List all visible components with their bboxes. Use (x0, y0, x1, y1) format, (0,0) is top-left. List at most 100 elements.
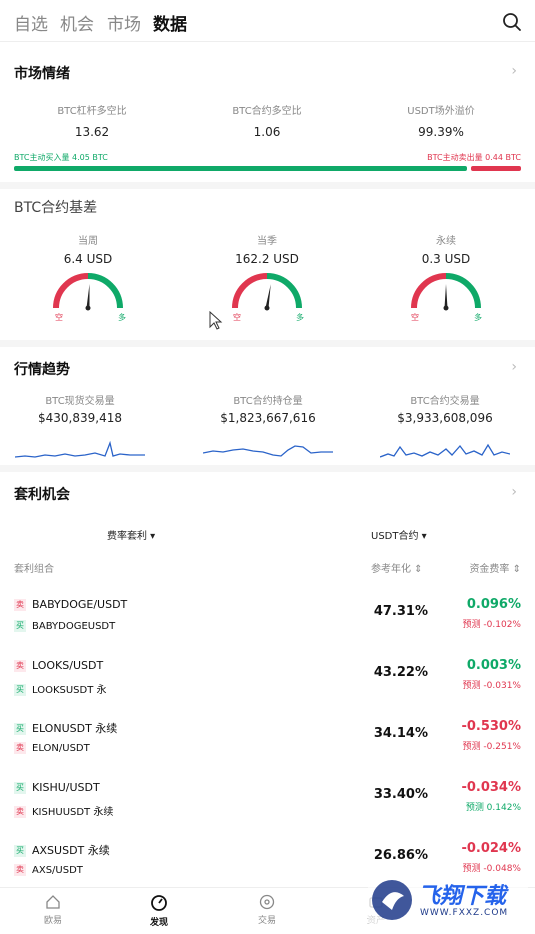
nav-label: 发现 (149, 918, 168, 928)
gauge-dial (232, 273, 302, 311)
annual-yield: 34.14% (373, 726, 428, 741)
predicted-rate: 预测 -0.251% (462, 742, 521, 752)
pair-primary: 卖 BABYDOGE/USDT (14, 598, 127, 611)
watermark-url: WWW.FXXZ.COM (420, 908, 509, 918)
tab-markets[interactable]: 市场 (107, 10, 141, 35)
gauge-label: 当季 (257, 236, 277, 247)
pair-primary: 卖 LOOKS/USDT (14, 659, 103, 672)
table-row[interactable]: 买 ELONUSDT 永续卖 ELON/USDT 34.14% -0.530% 预测 -0… (0, 706, 535, 767)
funding-rate: 0.096% (466, 597, 521, 612)
chevron-right-icon[interactable]: › (511, 63, 517, 79)
usdt-contract-dropdown[interactable]: USDT合约 ▾ (371, 527, 427, 542)
gauge-short-label: 空 (233, 313, 241, 322)
pair-secondary: 买 LOOKSUSDT 永 (14, 681, 107, 696)
gauge-label: 永续 (436, 236, 456, 247)
trend-spot-volume[interactable]: BTC现货交易量 $430,839,418 (5, 392, 155, 461)
funding-rate: 0.003% (466, 658, 521, 673)
trend-open-interest[interactable]: BTC合约持仓量 $1,823,667,616 (193, 392, 343, 461)
table-row[interactable]: 买 KISHU/USDT 卖 KISHUUSDT 永续 33.40% -0.034% 预测 … (0, 767, 535, 828)
rate-arbitrage-dropdown[interactable]: 费率套利 ▾ (107, 527, 155, 542)
pair-name: ELONUSDT 永续 (32, 722, 118, 735)
side-tag: 买 (14, 723, 26, 735)
side-tag: 买 (14, 782, 26, 794)
stat-label: BTC杠杆多空比 (57, 106, 127, 117)
pair-name: BABYDOGEUSDT (32, 621, 116, 632)
gauge-dial (53, 273, 123, 311)
side-tag: 卖 (14, 742, 26, 754)
watermark: 飞翔下载 WWW.FXXZ.COM (368, 872, 528, 928)
gauge-short-label: 空 (55, 313, 63, 322)
nav-trade[interactable]: 交易 (237, 894, 297, 926)
trend-label: BTC现货交易量 (45, 396, 115, 407)
search-icon[interactable] (502, 12, 522, 32)
col-rate-header[interactable]: 资金费率 ⇕ (469, 560, 521, 575)
nav-discover[interactable]: 发现 (129, 894, 189, 928)
side-tag: 卖 (14, 660, 26, 672)
nav-label: 交易 (257, 916, 276, 926)
predicted-rate: 预测 -0.102% (462, 620, 521, 630)
gauge-value: 162.2 USD (235, 252, 299, 266)
stat-btc-margin-ratio: BTC杠杆多空比 13.62 (12, 102, 172, 139)
basis-title: BTC合约基差 (14, 200, 98, 216)
table-row[interactable]: 卖 LOOKS/USDT 买 LOOKSUSDT 永 43.22% 0.003% 预测 -0… (0, 645, 535, 706)
stat-value: 99.39% (418, 125, 464, 139)
pair-name: AXSUSDT 永续 (32, 844, 110, 857)
sparkline (380, 443, 510, 458)
trend-value: $3,933,608,096 (397, 411, 493, 425)
tab-data[interactable]: 数据 (153, 10, 187, 35)
nav-home[interactable]: 欧易 (23, 894, 83, 926)
gauge-quarterly: 当季 162.2 USD (212, 232, 322, 312)
funding-rate: -0.024% (461, 841, 521, 856)
stat-value: 1.06 (253, 125, 281, 139)
sell-volume-label: BTC主动卖出量 0.44 BTC (427, 153, 521, 162)
gauge-short-label: 空 (411, 313, 419, 322)
pair-name: LOOKSUSDT 永 (32, 685, 107, 696)
annual-yield: 47.31% (373, 604, 428, 619)
gauge-long-label: 多 (118, 313, 126, 322)
predicted-rate: 预测 -0.031% (462, 681, 521, 691)
pair-secondary: 卖 KISHUUSDT 永续 (14, 803, 113, 818)
gauge-long-label: 多 (296, 313, 304, 322)
section-divider (0, 465, 535, 472)
chevron-right-icon[interactable]: › (511, 484, 517, 500)
gauge-perpetual: 永续 0.3 USD (391, 232, 501, 312)
buy-volume-bar (14, 166, 467, 171)
market-sentiment-title: 市场情绪 (14, 66, 70, 82)
discover-icon (151, 895, 167, 911)
pair-name: LOOKS/USDT (32, 659, 104, 672)
pair-primary: 买 ELONUSDT 永续 (14, 720, 117, 736)
gauge-weekly: 当周 6.4 USD (33, 232, 143, 312)
trade-icon (259, 894, 275, 910)
pair-secondary: 买 BABYDOGEUSDT (14, 620, 115, 632)
stat-usdt-premium: USDT场外溢价 99.39% (361, 102, 521, 139)
pair-name: ELON/USDT (32, 743, 90, 754)
section-divider (0, 340, 535, 347)
pair-secondary: 卖 ELON/USDT (14, 742, 90, 754)
col-annual-header[interactable]: 参考年化 ⇕ (371, 560, 423, 575)
trend-value: $1,823,667,616 (220, 411, 316, 425)
gauge-label: 当周 (78, 236, 98, 247)
sparkline (15, 440, 145, 458)
side-tag: 卖 (14, 806, 26, 818)
home-icon (46, 895, 60, 909)
buy-volume-label: BTC主动买入量 4.05 BTC (14, 153, 108, 162)
trend-contract-volume[interactable]: BTC合约交易量 $3,933,608,096 (370, 392, 520, 461)
side-tag: 买 (14, 684, 26, 696)
top-nav: 自选 机会 市场 数据 (0, 0, 535, 42)
trend-label: BTC合约交易量 (410, 396, 480, 407)
gauge-long-label: 多 (474, 313, 482, 322)
pair-name: AXS/USDT (32, 865, 83, 876)
trend-label: BTC合约持仓量 (233, 396, 303, 407)
col-combo-header: 套利组合 (14, 564, 54, 575)
chevron-right-icon[interactable]: › (511, 359, 517, 375)
table-row[interactable]: 卖 BABYDOGE/USDT 买 BABYDOGEUSDT 47.31% 0.096% 预… (0, 584, 535, 645)
pair-name: KISHUUSDT 永续 (32, 807, 114, 818)
tab-opportunities[interactable]: 机会 (60, 10, 94, 35)
pair-name: BABYDOGE/USDT (32, 598, 128, 611)
stat-value: 13.62 (74, 125, 110, 139)
sell-volume-bar (471, 166, 521, 171)
tab-watchlist[interactable]: 自选 (14, 10, 48, 35)
annual-yield: 43.22% (373, 665, 428, 680)
funding-rate: -0.034% (461, 780, 521, 795)
mouse-cursor-icon (209, 311, 223, 330)
